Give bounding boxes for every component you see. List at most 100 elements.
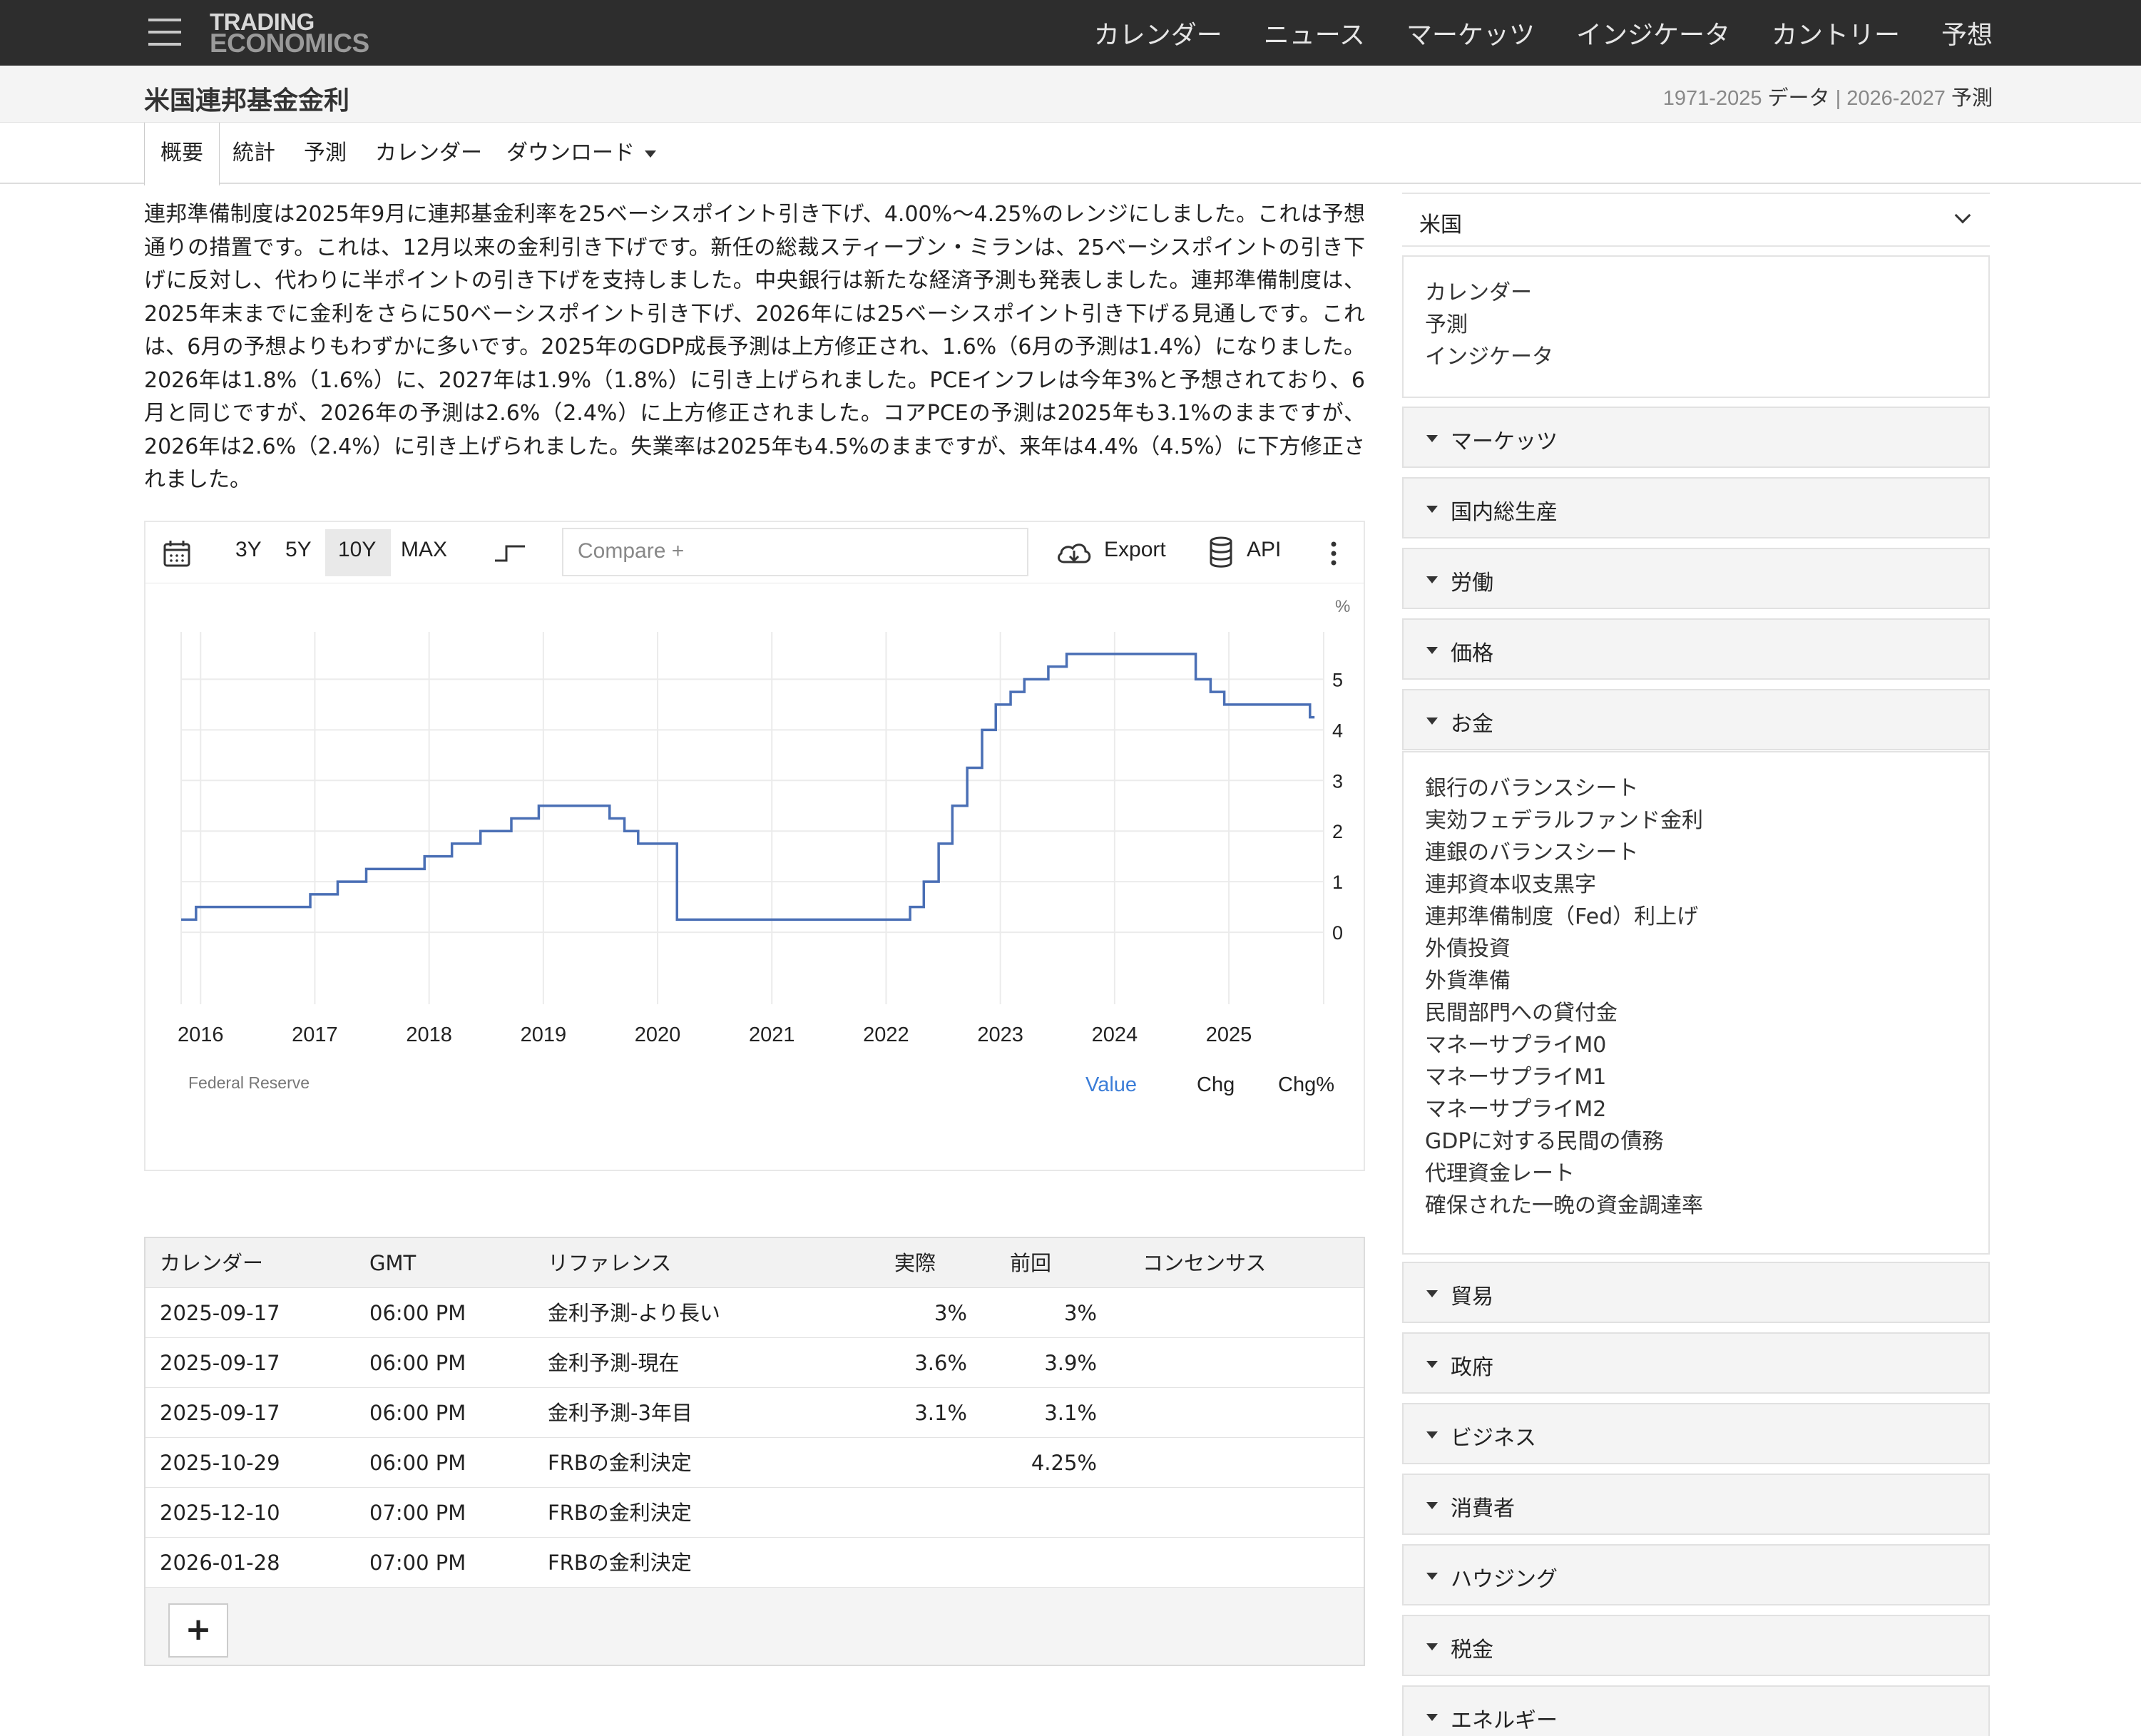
row-date: 2025-09-17: [160, 1351, 280, 1375]
sidebar-link[interactable]: マネーサプライM0: [1425, 1029, 1967, 1061]
range-5y-button[interactable]: 5Y: [285, 538, 312, 562]
sidebar-link[interactable]: 民間部門への貸付金: [1425, 997, 1967, 1029]
api-button[interactable]: API: [1247, 538, 1281, 562]
data-years: 1971-2025: [1662, 87, 1762, 110]
tab-overview[interactable]: 概要: [144, 123, 220, 185]
nav-forecast[interactable]: 予想: [1941, 14, 1993, 51]
row-date: 2025-09-17: [160, 1401, 280, 1425]
sidebar-section[interactable]: お金: [1402, 689, 1990, 750]
table-row[interactable]: 2025-12-10 07:00 PM FRBの金利決定: [145, 1488, 1364, 1538]
sidebar-section[interactable]: 消費者: [1402, 1474, 1990, 1535]
row-date: 2025-10-29: [160, 1451, 280, 1475]
sidebar-link[interactable]: 連邦準備制度（Fed）利上げ: [1425, 901, 1967, 933]
export-button[interactable]: Export: [1104, 538, 1166, 562]
sidebar-section[interactable]: マーケッツ: [1402, 407, 1990, 468]
row-reference[interactable]: FRBの金利決定: [548, 1488, 692, 1538]
nav-calendar[interactable]: カレンダー: [1094, 14, 1222, 51]
sidebar-link[interactable]: 代理資金レート: [1425, 1158, 1967, 1190]
sidebar-section[interactable]: ハウジング: [1402, 1544, 1990, 1605]
sidebar-section[interactable]: 貿易: [1402, 1262, 1990, 1323]
chart-toolbar: 3Y 5Y 10Y MAX Compare + Export API: [145, 522, 1364, 583]
sidebar-section[interactable]: 税金: [1402, 1615, 1990, 1676]
series-line: [181, 653, 1315, 921]
row-reference[interactable]: 金利予測-現在: [548, 1338, 679, 1388]
calendar-icon[interactable]: [163, 539, 191, 568]
sidebar-link[interactable]: 連邦資本収支黒字: [1425, 869, 1967, 901]
title-band: 米国連邦基金金利 1971-2025 データ | 2026-2027 予測: [0, 66, 2141, 123]
row-actual: 3%: [934, 1301, 967, 1325]
x-tick-label: 2016: [178, 1023, 224, 1046]
table-footer: +: [145, 1588, 1364, 1665]
compare-input[interactable]: Compare +: [562, 528, 1028, 576]
sidebar-link[interactable]: 実効フェデラルファンド金利: [1425, 805, 1967, 837]
header-consensus: コンセンサス: [1143, 1251, 1267, 1275]
row-actual: 3.1%: [914, 1401, 967, 1425]
more-vertical-icon[interactable]: [1329, 541, 1338, 566]
database-icon[interactable]: [1208, 536, 1234, 568]
row-time: 07:00 PM: [369, 1551, 466, 1575]
sidebar-link[interactable]: 連銀のバランスシート: [1425, 837, 1967, 869]
range-10y-button[interactable]: 10Y: [338, 538, 376, 562]
sidebar-link[interactable]: 銀行のバランスシート: [1425, 772, 1967, 805]
table-row[interactable]: 2025-09-17 06:00 PM 金利予測-現在 3.6% 3.9%: [145, 1338, 1364, 1388]
range-max-button[interactable]: MAX: [401, 538, 447, 562]
nav-countries[interactable]: カントリー: [1772, 14, 1900, 51]
tab-stats[interactable]: 統計: [233, 123, 275, 184]
chg-pct-mode-button[interactable]: Chg%: [1278, 1073, 1334, 1096]
row-reference[interactable]: FRBの金利決定: [548, 1538, 692, 1588]
row-reference[interactable]: FRBの金利決定: [548, 1438, 692, 1488]
row-reference[interactable]: 金利予測-より長い: [548, 1288, 720, 1338]
table-row[interactable]: 2025-10-29 06:00 PM FRBの金利決定 4.25%: [145, 1438, 1364, 1488]
nav-markets[interactable]: マーケッツ: [1406, 14, 1535, 51]
chg-mode-button[interactable]: Chg: [1197, 1073, 1235, 1096]
range-separator: |: [1835, 87, 1841, 110]
sidebar-section[interactable]: 価格: [1402, 618, 1990, 680]
nav-indicators[interactable]: インジケータ: [1576, 14, 1730, 51]
sidebar-section[interactable]: 政府: [1402, 1332, 1990, 1394]
nav-news[interactable]: ニュース: [1264, 14, 1365, 51]
row-date: 2025-09-17: [160, 1301, 280, 1325]
row-reference[interactable]: 金利予測-3年目: [548, 1388, 693, 1438]
caret-down-icon: [1426, 1290, 1438, 1297]
logo[interactable]: TRADING ECONOMICS: [210, 10, 369, 56]
sidebar-link[interactable]: GDPに対する民間の債務: [1425, 1125, 1967, 1158]
table-row[interactable]: 2026-01-28 07:00 PM FRBの金利決定: [145, 1538, 1364, 1588]
row-date: 2025-12-10: [160, 1501, 280, 1525]
country-select[interactable]: 米国: [1402, 193, 1990, 247]
sidebar-link[interactable]: 外貨準備: [1425, 965, 1967, 997]
header-reference: リファレンス: [548, 1251, 672, 1275]
y-tick-label: 5: [1332, 669, 1343, 690]
sidebar-link-indicators[interactable]: インジケータ: [1425, 341, 1967, 373]
tab-calendar[interactable]: カレンダー: [375, 123, 482, 184]
tab-forecast[interactable]: 予測: [304, 123, 347, 184]
sidebar-link[interactable]: 確保された一晩の資金調達率: [1425, 1190, 1967, 1222]
sidebar-section[interactable]: エネルギー: [1402, 1685, 1990, 1736]
page-title: 米国連邦基金金利: [144, 86, 350, 116]
sidebar-section-label: ハウジング: [1451, 1567, 1558, 1592]
sidebar-link-calendar[interactable]: カレンダー: [1425, 277, 1967, 309]
sidebar-link[interactable]: マネーサプライM2: [1425, 1093, 1967, 1125]
step-chart-icon[interactable]: [494, 541, 528, 565]
row-time: 06:00 PM: [369, 1401, 466, 1425]
sidebar-section-label: 税金: [1451, 1638, 1493, 1663]
table-row[interactable]: 2025-09-17 06:00 PM 金利予測-3年目 3.1% 3.1%: [145, 1388, 1364, 1438]
value-mode-button[interactable]: Value: [1085, 1073, 1137, 1096]
sidebar-section[interactable]: 労働: [1402, 548, 1990, 609]
range-3y-button[interactable]: 3Y: [235, 538, 262, 562]
sidebar-link[interactable]: マネーサプライM1: [1425, 1061, 1967, 1093]
sidebar-link[interactable]: 外債投資: [1425, 933, 1967, 965]
tab-download[interactable]: ダウンロード: [506, 123, 656, 184]
download-cloud-icon[interactable]: [1056, 539, 1093, 568]
row-date: 2026-01-28: [160, 1551, 280, 1575]
money-links-box: 銀行のバランスシート 実効フェデラルファンド金利 連銀のバランスシート 連邦資本収支黒…: [1402, 751, 1990, 1255]
add-row-button[interactable]: +: [168, 1603, 228, 1658]
caret-down-icon: [1426, 1714, 1438, 1721]
chart-panel: 3Y 5Y 10Y MAX Compare + Export API % 2016…: [144, 521, 1365, 1171]
row-time: 07:00 PM: [369, 1501, 466, 1525]
main-nav: カレンダー ニュース マーケッツ インジケータ カントリー 予想: [1094, 0, 1993, 66]
sidebar-section[interactable]: 国内総生産: [1402, 477, 1990, 538]
sidebar-link-forecast[interactable]: 予測: [1425, 309, 1967, 341]
menu-icon[interactable]: [148, 19, 181, 47]
sidebar-section[interactable]: ビジネス: [1402, 1403, 1990, 1464]
table-row[interactable]: 2025-09-17 06:00 PM 金利予測-より長い 3% 3%: [145, 1288, 1364, 1338]
